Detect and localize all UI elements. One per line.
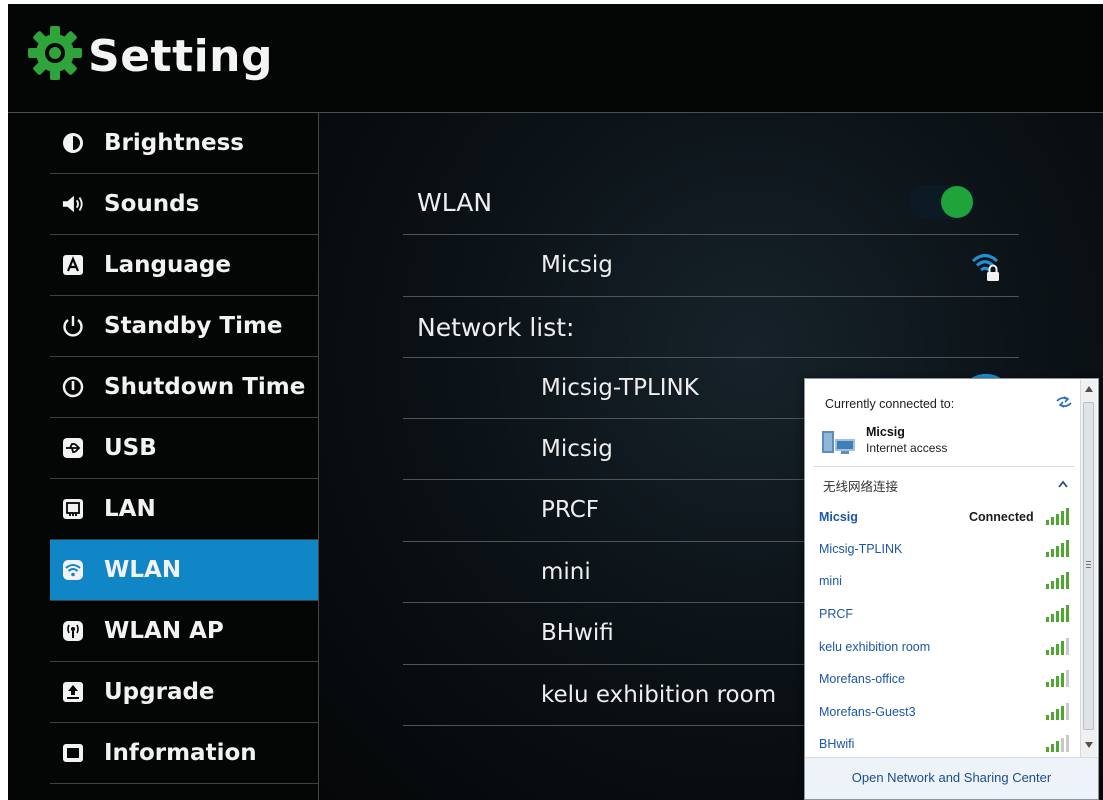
refresh-icon[interactable]: [1055, 395, 1073, 409]
network-flyout: Currently connected to: Micsig Internet …: [804, 378, 1099, 800]
scroll-thumb[interactable]: [1083, 402, 1094, 730]
network-list-item[interactable]: kelu exhibition room: [541, 682, 776, 708]
divider: [403, 296, 1019, 297]
wifi-network-item[interactable]: PRCF: [819, 607, 853, 621]
network-list-item[interactable]: Micsig-TPLINK: [541, 375, 699, 401]
sidebar-item-label: Shutdown Time: [104, 374, 306, 400]
sidebar-item-label: Information: [104, 740, 257, 766]
language-icon: [62, 254, 84, 276]
sidebar-item-upgrade[interactable]: Upgrade: [50, 662, 318, 723]
wifi-network-item[interactable]: Morefans-Guest3: [819, 705, 916, 719]
wifi-lock-icon: [971, 254, 999, 281]
signal-strength-icon: [1046, 703, 1069, 720]
wifi-network-item[interactable]: Micsig: [819, 510, 858, 524]
speaker-icon: [62, 193, 84, 215]
connected-network-name[interactable]: Micsig: [541, 252, 613, 278]
wifi-network-item[interactable]: BHwifi: [819, 737, 854, 751]
sidebar-item-lan[interactable]: LAN: [50, 479, 318, 540]
sidebar-item-label: WLAN: [104, 557, 182, 583]
toggle-knob: [941, 186, 973, 218]
header-bar: Setting: [8, 4, 1103, 113]
sidebar-item-language[interactable]: Language: [50, 235, 318, 296]
sidebar-item-information[interactable]: Information: [50, 723, 318, 784]
network-list-item[interactable]: mini: [541, 559, 591, 585]
signal-strength-icon: [1046, 605, 1069, 622]
network-list-item[interactable]: Micsig: [541, 436, 613, 462]
signal-strength-icon: [1046, 670, 1069, 687]
open-network-center-link[interactable]: Open Network and Sharing Center: [805, 757, 1098, 799]
upgrade-icon: [62, 681, 84, 703]
app-title: Setting: [88, 31, 273, 82]
power-icon: [62, 315, 84, 337]
wifi-network-item[interactable]: kelu exhibition room: [819, 640, 930, 654]
sidebar-item-label: USB: [104, 435, 157, 461]
wifi-network-item[interactable]: Micsig-TPLINK: [819, 542, 902, 556]
shutdown-icon: [62, 376, 84, 398]
connection-status: Connected: [969, 510, 1034, 524]
wifi-network-item[interactable]: Morefans-office: [819, 672, 905, 686]
info-icon: [62, 742, 84, 764]
hotspot-icon: [62, 620, 84, 642]
wlan-label: WLAN: [417, 188, 493, 217]
signal-strength-icon: [1046, 508, 1069, 525]
wifi-icon: [62, 559, 84, 581]
sidebar-item-standby-time[interactable]: Standby Time: [50, 296, 318, 357]
sidebar-item-sounds[interactable]: Sounds: [50, 174, 318, 235]
sidebar-item-label: Sounds: [104, 191, 200, 217]
signal-strength-icon: [1046, 638, 1069, 655]
current-network-status: Internet access: [866, 441, 948, 455]
network-flyout-body: Currently connected to: Micsig Internet …: [805, 379, 1081, 799]
scroll-up-arrow-icon[interactable]: [1085, 386, 1093, 392]
wlan-toggle[interactable]: [909, 185, 975, 219]
sidebar-item-wlan-ap[interactable]: WLAN AP: [50, 601, 318, 662]
lan-icon: [62, 498, 84, 520]
sidebar-item-label: Brightness: [104, 130, 244, 156]
sidebar-item-label: WLAN AP: [104, 618, 224, 644]
scroll-down-arrow-icon[interactable]: [1085, 742, 1093, 748]
chevron-up-icon[interactable]: [1058, 480, 1068, 488]
divider: [403, 234, 1019, 235]
network-list-item[interactable]: BHwifi: [541, 620, 614, 646]
flyout-scrollbar[interactable]: [1080, 380, 1097, 758]
signal-strength-icon: [1046, 735, 1069, 752]
sidebar-item-label: Standby Time: [104, 313, 283, 339]
sidebar-item-usb[interactable]: USB: [50, 418, 318, 479]
divider: [403, 357, 1019, 358]
wifi-network-item[interactable]: mini: [819, 574, 842, 588]
section-title: 无线网络连接: [823, 480, 899, 494]
sidebar-item-shutdown-time[interactable]: Shutdown Time: [50, 357, 318, 418]
signal-strength-icon: [1046, 540, 1069, 557]
sidebar-item-wlan[interactable]: WLAN: [50, 540, 318, 601]
sidebar-item-label: Upgrade: [104, 679, 215, 705]
sidebar-item-label: Language: [104, 252, 231, 278]
signal-strength-icon: [1046, 572, 1069, 589]
current-network-name: Micsig: [866, 425, 905, 439]
sidebar: Brightness Sounds Language Standby Time …: [8, 113, 319, 800]
flyout-header: Currently connected to:: [825, 397, 955, 411]
network-list-label: Network list:: [417, 313, 575, 342]
brightness-icon: [62, 132, 84, 154]
sidebar-item-brightness[interactable]: Brightness: [50, 113, 318, 174]
sidebar-item-label: LAN: [104, 496, 156, 522]
gear-icon: [28, 26, 82, 80]
divider: [813, 466, 1075, 467]
network-icon: [822, 431, 855, 454]
network-list-item[interactable]: PRCF: [541, 497, 599, 523]
usb-icon: [62, 437, 84, 459]
